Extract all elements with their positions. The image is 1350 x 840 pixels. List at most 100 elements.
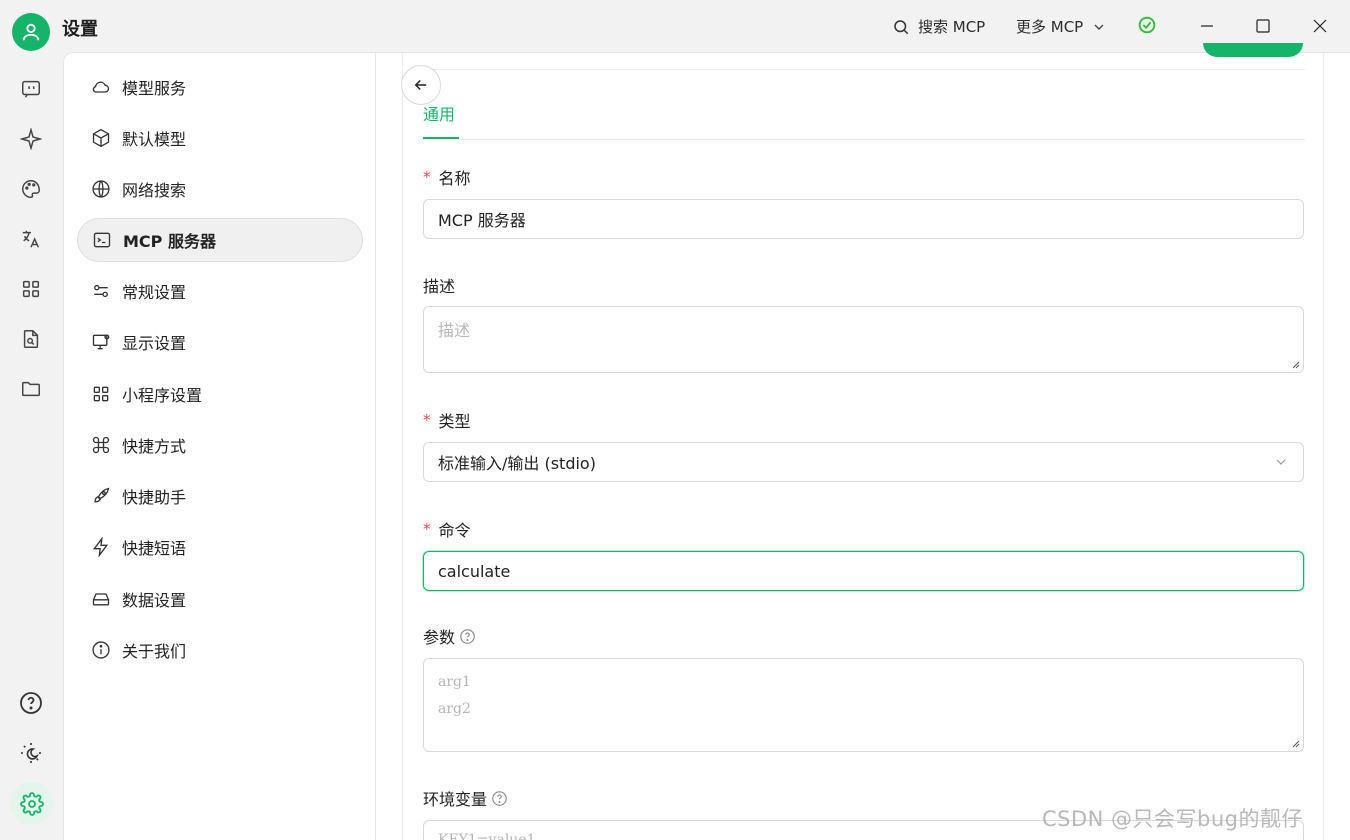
divider bbox=[423, 69, 1305, 70]
menu-item-label: 快捷方式 bbox=[122, 437, 187, 456]
globe-icon bbox=[92, 180, 110, 198]
env-label: 环境变量 bbox=[423, 786, 508, 810]
type-label: * 类型 bbox=[423, 408, 471, 432]
icon-rail bbox=[0, 52, 63, 840]
settings-gear-icon[interactable] bbox=[10, 782, 53, 825]
menu-item-display-settings[interactable]: 显示设置 bbox=[77, 320, 363, 364]
close-icon bbox=[1313, 19, 1327, 33]
theme-icon[interactable] bbox=[18, 740, 44, 766]
menu-item-label: 网络搜索 bbox=[122, 181, 187, 200]
menu-item-label: 快捷短语 bbox=[122, 539, 187, 558]
user-avatar[interactable] bbox=[12, 13, 50, 51]
command-input-value: calculate bbox=[438, 561, 511, 581]
mcp-server-form: 通用 * 名称 MCP 服务器 描述 描述 * 类型 标准输入/输出 (stdi… bbox=[401, 43, 1324, 840]
command-label-text: 命令 bbox=[438, 521, 471, 540]
name-label: * 名称 bbox=[423, 165, 471, 189]
sparkle-icon[interactable] bbox=[18, 126, 44, 152]
required-mark: * bbox=[423, 168, 431, 186]
folder-icon[interactable] bbox=[18, 376, 44, 402]
menu-item-general-settings[interactable]: 常规设置 bbox=[77, 269, 363, 313]
app-title: 设置 bbox=[62, 19, 98, 40]
name-input-value: MCP 服务器 bbox=[438, 211, 526, 230]
cube-icon bbox=[92, 128, 110, 148]
menu-item-label: 数据设置 bbox=[122, 591, 187, 610]
description-label: 描述 bbox=[423, 273, 455, 297]
terminal-icon bbox=[93, 232, 111, 248]
command-icon bbox=[92, 436, 110, 454]
back-button[interactable] bbox=[401, 65, 441, 105]
type-label-text: 类型 bbox=[438, 412, 471, 431]
menu-item-web-search[interactable]: 网络搜索 bbox=[77, 167, 363, 211]
help-icon[interactable] bbox=[18, 690, 44, 716]
status-check-button[interactable] bbox=[1136, 14, 1158, 36]
search-icon bbox=[894, 19, 909, 34]
args-placeholder-line: arg2 bbox=[438, 701, 471, 717]
palette-icon[interactable] bbox=[18, 176, 44, 202]
chevron-down-icon bbox=[1094, 24, 1104, 30]
menu-item-label: 关于我们 bbox=[122, 642, 187, 661]
menu-item-label: 快捷助手 bbox=[122, 488, 187, 507]
monitor-settings-icon bbox=[92, 334, 110, 350]
type-select-value: 标准输入/输出 (stdio) bbox=[438, 454, 596, 473]
menu-item-shortcuts[interactable]: 快捷方式 bbox=[77, 423, 363, 467]
menu-item-label: 显示设置 bbox=[122, 334, 187, 353]
menu-item-default-model[interactable]: 默认模型 bbox=[77, 116, 363, 160]
args-label: 参数 bbox=[423, 624, 476, 648]
command-label: * 命令 bbox=[423, 517, 471, 541]
tab-general[interactable]: 通用 bbox=[423, 101, 455, 125]
sliders-icon bbox=[94, 284, 108, 298]
rocket-icon bbox=[94, 487, 110, 503]
apps-grid-icon[interactable] bbox=[18, 276, 44, 302]
menu-item-label: 小程序设置 bbox=[122, 386, 203, 405]
menu-item-about[interactable]: 关于我们 bbox=[77, 628, 363, 672]
menu-item-data-settings[interactable]: 数据设置 bbox=[77, 577, 363, 621]
menu-item-quick-phrases[interactable]: 快捷短语 bbox=[77, 525, 363, 569]
menu-item-label: MCP 服务器 bbox=[123, 232, 216, 251]
close-button[interactable] bbox=[1297, 10, 1343, 42]
menu-item-label: 常规设置 bbox=[122, 283, 187, 302]
search-mcp-label: 搜索 MCP bbox=[918, 18, 986, 36]
menu-item-label: 模型服务 bbox=[122, 79, 187, 98]
maximize-button[interactable] bbox=[1240, 10, 1286, 42]
args-placeholder-line: arg1 bbox=[438, 674, 471, 690]
settings-menu: 模型服务 默认模型 网络搜索 MCP 服务器 常规设置 显示设置 小程序设置 快… bbox=[64, 53, 376, 840]
required-mark: * bbox=[423, 411, 431, 429]
description-textarea[interactable]: 描述 bbox=[423, 306, 1304, 373]
search-mcp-button[interactable]: 搜索 MCP bbox=[892, 16, 985, 37]
cloud-icon bbox=[92, 81, 110, 93]
chat-icon[interactable] bbox=[18, 76, 44, 102]
save-button-partial[interactable] bbox=[1203, 43, 1303, 57]
resize-handle-icon[interactable] bbox=[1290, 738, 1300, 748]
description-label-text: 描述 bbox=[423, 277, 456, 296]
translate-icon[interactable] bbox=[18, 226, 44, 252]
name-label-text: 名称 bbox=[438, 169, 471, 188]
user-icon bbox=[22, 23, 40, 41]
required-mark: * bbox=[423, 520, 431, 538]
tab-divider bbox=[423, 139, 1305, 140]
help-circle-icon[interactable] bbox=[459, 628, 476, 645]
check-circle-icon bbox=[1136, 14, 1158, 36]
file-search-icon[interactable] bbox=[18, 326, 44, 352]
args-textarea[interactable]: arg1 arg2 bbox=[423, 658, 1304, 752]
minimize-button[interactable] bbox=[1184, 10, 1230, 42]
name-input[interactable]: MCP 服务器 bbox=[423, 199, 1304, 239]
description-placeholder: 描述 bbox=[438, 321, 471, 340]
menu-item-model-service[interactable]: 模型服务 bbox=[77, 65, 363, 109]
args-label-text: 参数 bbox=[423, 628, 456, 647]
menu-item-miniapp-settings[interactable]: 小程序设置 bbox=[77, 372, 363, 416]
info-icon bbox=[92, 641, 110, 659]
chevron-down-icon bbox=[1276, 459, 1286, 465]
title-bar: 设置 搜索 MCP 更多 MCP bbox=[0, 0, 1350, 52]
menu-item-quick-assistant[interactable]: 快捷助手 bbox=[77, 474, 363, 518]
hard-drive-icon bbox=[92, 593, 110, 606]
more-mcp-button[interactable]: 更多 MCP bbox=[1016, 16, 1107, 37]
command-input[interactable]: calculate bbox=[423, 551, 1304, 591]
menu-item-mcp-server[interactable]: MCP 服务器 bbox=[77, 218, 363, 262]
minimize-icon bbox=[1201, 25, 1213, 27]
more-mcp-label: 更多 MCP bbox=[1016, 18, 1084, 36]
resize-handle-icon[interactable] bbox=[1290, 359, 1300, 369]
help-circle-icon[interactable] bbox=[491, 790, 508, 807]
type-select[interactable]: 标准输入/输出 (stdio) bbox=[423, 442, 1304, 482]
maximize-icon bbox=[1256, 19, 1270, 33]
arrow-left-icon bbox=[414, 79, 427, 91]
